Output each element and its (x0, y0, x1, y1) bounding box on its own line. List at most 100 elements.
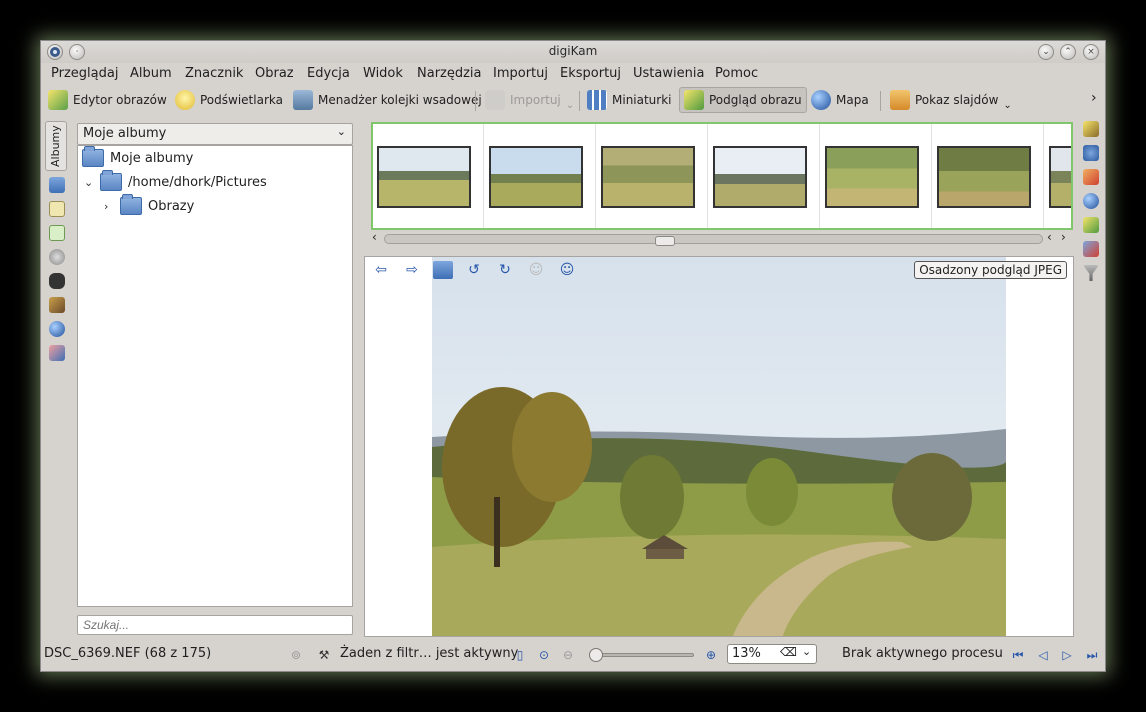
last-image-icon[interactable]: ⏭ (1084, 647, 1100, 663)
toolbar-separator (475, 91, 476, 111)
thumbnail-item[interactable] (1045, 124, 1071, 228)
rotate-right-icon[interactable]: ↻ (495, 261, 515, 279)
batch-queue-button[interactable]: Menadżer kolejki wsadowej (289, 87, 486, 113)
scrollbar-handle[interactable] (655, 236, 675, 246)
preview-button[interactable]: Podgląd obrazu (679, 87, 807, 113)
left-sidebar-tabs: Albumy (43, 119, 69, 674)
slideshow-icon (890, 90, 910, 110)
right-sidebar-tabs (1079, 121, 1103, 291)
album-search-input[interactable] (77, 615, 353, 635)
light-table-button[interactable]: Podświetlarka (171, 87, 287, 113)
add-face-icon[interactable]: ☺ (557, 261, 577, 279)
map-label: Mapa (836, 93, 869, 107)
zoom-100-icon[interactable]: ⊙ (536, 647, 552, 663)
thumbnails-button[interactable]: Miniaturki (583, 87, 676, 113)
scrollbar-track[interactable] (384, 234, 1043, 246)
thumbnail-item[interactable] (373, 124, 484, 228)
previous-image-icon[interactable]: ⇦ (371, 261, 391, 279)
expand-icon[interactable]: › (104, 200, 114, 213)
maximize-icon[interactable]: ⌃ (1060, 44, 1076, 60)
fit-window-icon[interactable]: ▯ (512, 647, 528, 663)
tab-albums[interactable]: Albumy (45, 121, 67, 171)
thumbnail-item[interactable] (821, 124, 932, 228)
timeline-icon[interactable] (49, 249, 65, 265)
next-image-icon[interactable]: ▷ (1059, 647, 1075, 663)
versions-icon[interactable] (1083, 217, 1099, 233)
binoculars-icon[interactable] (49, 273, 65, 289)
first-image-icon[interactable]: ⏮ (1010, 647, 1026, 663)
zoom-slider[interactable] (589, 648, 694, 662)
album-view-select[interactable]: Moje albumy ⌄ (77, 123, 353, 145)
status-file-info: DSC_6369.NEF (68 z 175) (44, 646, 212, 661)
globe-icon[interactable] (1083, 193, 1099, 209)
chevron-down-icon: ⌄ (1003, 99, 1012, 111)
filter-icon[interactable] (1083, 265, 1099, 281)
toolbar-overflow-button[interactable]: › (1091, 90, 1097, 106)
scroll-left-icon[interactable]: ‹ (1047, 230, 1052, 244)
thumbnail-item[interactable] (709, 124, 820, 228)
menu-album[interactable]: Album (130, 66, 172, 81)
import-button[interactable]: Importuj ⌄ (481, 87, 578, 113)
tree-item-collection[interactable]: ⌄ /home/dhork/Pictures (84, 170, 267, 193)
settings-icon[interactable]: ⚒ (316, 647, 332, 663)
menu-tools[interactable]: Narzędzia (417, 66, 482, 81)
status-process-text: Brak aktywnego procesu (842, 646, 1003, 661)
thumbnail-item[interactable] (485, 124, 596, 228)
menu-view[interactable]: Widok (363, 66, 403, 81)
collapse-icon[interactable]: ⌄ (84, 176, 94, 189)
colors-icon[interactable] (1083, 169, 1099, 185)
calendar-icon[interactable] (49, 225, 65, 241)
scroll-right-icon[interactable]: › (1061, 230, 1066, 244)
thumbnail-image (825, 146, 919, 208)
clear-icon[interactable]: ⌫ (780, 645, 797, 659)
zoom-select[interactable]: 13% ⌫ ⌄ (727, 644, 817, 664)
thumbnail-scrollbar[interactable]: ‹ ‹ › (371, 230, 1073, 246)
menu-help[interactable]: Pomoc (715, 66, 758, 81)
rotate-left-icon[interactable]: ↺ (464, 261, 484, 279)
filter-status-icon[interactable]: ⊚ (288, 647, 304, 663)
menu-import[interactable]: Importuj (493, 66, 548, 81)
menu-browse[interactable]: Przeglądaj (51, 66, 118, 81)
toolbar-separator (579, 91, 580, 111)
thumbnail-image (377, 146, 471, 208)
batch-queue-icon (293, 90, 313, 110)
fuzzy-search-icon[interactable] (49, 297, 65, 313)
zoom-value: 13% (732, 646, 761, 661)
people-icon[interactable]: ☺ (526, 261, 546, 279)
slideshow-button[interactable]: Pokaz slajdów ⌄ (886, 87, 1016, 113)
menu-export[interactable]: Eksportuj (560, 66, 621, 81)
tree-item-label: Obrazy (148, 198, 195, 214)
thumbnail-item[interactable] (597, 124, 708, 228)
albums-icon[interactable] (49, 177, 65, 193)
map-button[interactable]: Mapa (807, 87, 873, 113)
menu-edit[interactable]: Edycja (307, 66, 350, 81)
map-search-icon[interactable] (49, 321, 65, 337)
previous-image-icon[interactable]: ◁ (1035, 647, 1051, 663)
clipboard-icon[interactable] (49, 201, 65, 217)
minimize-icon[interactable]: ⌄ (1038, 44, 1054, 60)
info-icon[interactable] (1083, 145, 1099, 161)
menu-settings[interactable]: Ustawienia (633, 66, 704, 81)
scroll-left-icon[interactable]: ‹ (372, 230, 377, 244)
thumbnail-item[interactable] (933, 124, 1044, 228)
light-table-label: Podświetlarka (200, 93, 283, 107)
zoom-out-icon[interactable]: ⊖ (560, 647, 576, 663)
tree-item-root[interactable]: Moje albumy (82, 146, 193, 169)
zoom-in-icon[interactable]: ⊕ (703, 647, 719, 663)
zoom-slider-handle[interactable] (589, 648, 603, 662)
batch-queue-label: Menadżer kolejki wsadowej (318, 93, 482, 107)
back-to-album-icon[interactable] (433, 261, 453, 279)
people-icon[interactable] (49, 345, 65, 361)
menu-image[interactable]: Obraz (255, 66, 294, 81)
image-preview: ⇦ ⇨ ↺ ↻ ☺ ☺ Osadzony podgląd JPEG (364, 256, 1074, 637)
close-icon[interactable]: × (1083, 44, 1099, 60)
chevron-down-icon[interactable]: ⌄ (802, 645, 811, 658)
folder-icon (120, 194, 142, 215)
tree-item-subalbum[interactable]: › Obrazy (104, 194, 195, 217)
edit-icon[interactable] (1083, 121, 1099, 137)
image-editor-button[interactable]: Edytor obrazów (44, 87, 171, 113)
next-image-icon[interactable]: ⇨ (402, 261, 422, 279)
tags-icon[interactable] (1083, 241, 1099, 257)
slideshow-label: Pokaz slajdów (915, 93, 999, 107)
menu-tag[interactable]: Znacznik (185, 66, 243, 81)
